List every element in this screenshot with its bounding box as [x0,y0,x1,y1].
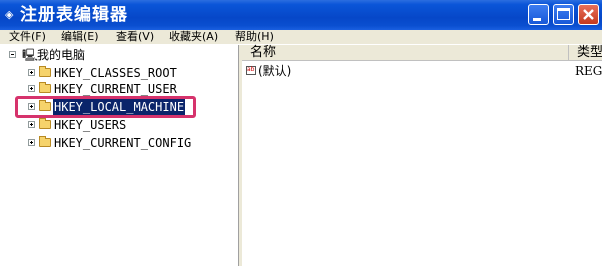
tree-root-label: 我的电脑 [37,48,86,62]
menu-help[interactable]: 帮助(H) [235,30,274,44]
expand-icon[interactable] [28,139,35,146]
registry-tree[interactable]: 🖳 我的电脑 HKEY_CLASSES_ROOT HKEY_CURRENT_US… [0,45,238,266]
title-bar[interactable]: ◈ 注册表编辑器 [0,0,602,30]
tree-item-hkcr[interactable]: HKEY_CLASSES_ROOT [0,65,238,82]
folder-icon [39,136,51,147]
column-type-label: 类型 [577,45,602,60]
expand-icon[interactable] [28,69,35,76]
menu-favorites[interactable]: 收藏夹(A) [169,30,218,44]
column-name-label: 名称 [250,45,277,60]
menu-view[interactable]: 查看(V) [116,30,154,44]
maximize-button[interactable] [553,4,574,25]
expand-icon[interactable] [28,121,35,128]
column-header-type[interactable]: 类型 [569,45,602,61]
tree-item-hkcc[interactable]: HKEY_CURRENT_CONFIG [0,135,238,152]
folder-icon [39,66,51,77]
annotation-highlight-box [15,96,196,118]
folder-icon [39,118,51,129]
window-title: 注册表编辑器 [20,5,128,25]
menu-file[interactable]: 文件(F) [9,30,46,44]
menu-edit[interactable]: 编辑(E) [61,30,99,44]
tree-key-label: HKEY_CLASSES_ROOT [54,66,177,80]
value-type: REG [575,64,602,78]
regedit-app-icon[interactable]: ◈ [5,9,13,20]
tree-key-label: HKEY_CURRENT_USER [54,82,177,96]
value-list[interactable]: 名称 类型 (默认) REG [242,45,602,266]
column-header-name[interactable]: 名称 [242,45,569,61]
close-button[interactable] [578,4,599,25]
value-name: (默认) [258,64,292,78]
tree-key-label: HKEY_CURRENT_CONFIG [54,136,192,150]
close-icon [583,9,594,20]
tree-item-my-computer[interactable]: 🖳 我的电脑 [0,47,238,64]
tree-key-label: HKEY_USERS [54,118,127,132]
string-value-icon [246,66,256,75]
list-item[interactable]: (默认) REG [242,63,602,79]
expand-icon[interactable] [28,85,35,92]
computer-icon: 🖳 [22,48,39,62]
tree-item-hku[interactable]: HKEY_USERS [0,117,238,134]
folder-icon [39,82,51,93]
minimize-button[interactable] [528,4,549,25]
menu-bar: 文件(F) 编辑(E) 查看(V) 收藏夹(A) 帮助(H) [0,30,602,44]
collapse-icon[interactable] [9,51,16,58]
